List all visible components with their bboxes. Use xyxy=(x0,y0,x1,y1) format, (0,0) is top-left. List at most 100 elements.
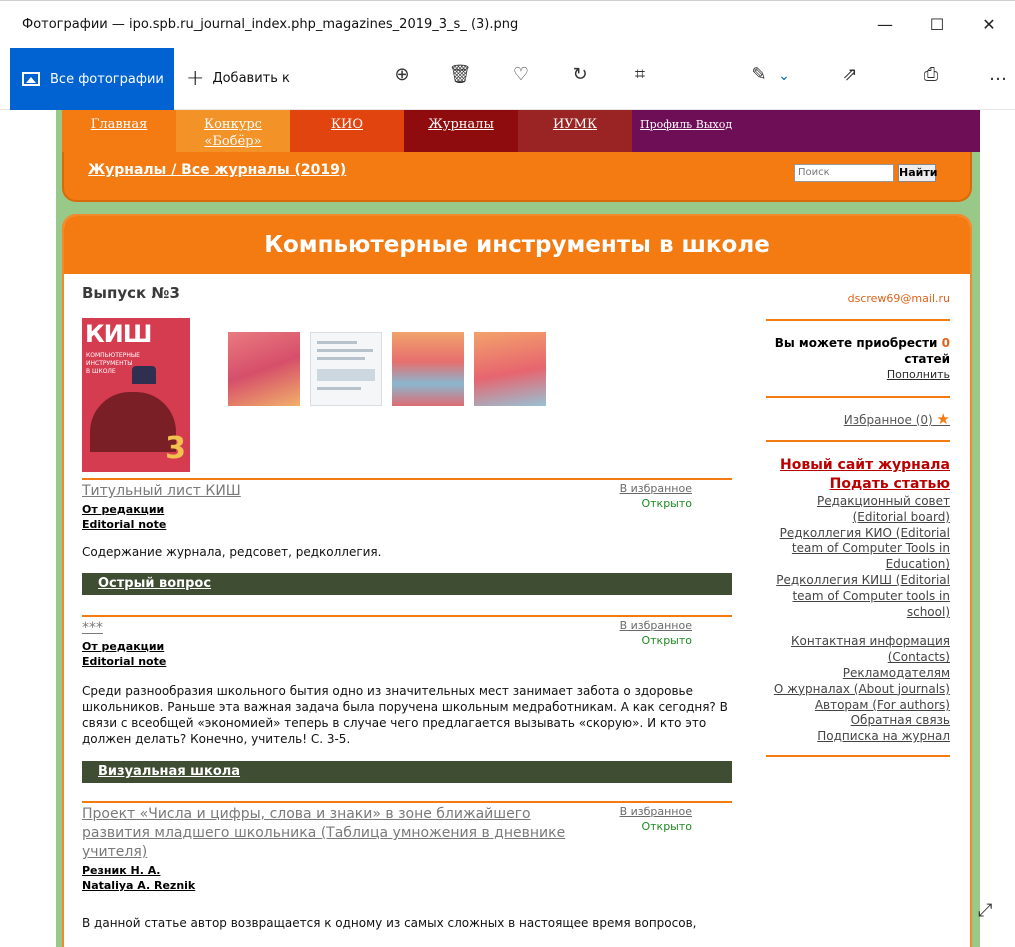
nav-item-kio[interactable]: КИО xyxy=(290,110,404,152)
add-favorite-link[interactable]: В избранное xyxy=(620,482,692,495)
author-en[interactable]: Editorial note xyxy=(82,654,166,669)
user-email: dscrew69@mail.ru xyxy=(847,292,950,305)
nav-item-journals[interactable]: Журналы xyxy=(404,110,518,152)
topup-link[interactable]: Пополнить xyxy=(766,367,950,382)
section-header-ostry[interactable]: Острый вопрос xyxy=(82,573,732,595)
thumb-line xyxy=(317,341,357,344)
site-nav: Главная Конкурс «Бобёр» КИО Журналы ИУМК… xyxy=(62,110,980,152)
minimize-button[interactable]: — xyxy=(859,1,911,49)
cover-image[interactable]: КИШ КОМПЬЮТЕРНЫЕ ИНСТРУМЕНТЫ В ШКОЛЕ 3 xyxy=(82,318,190,472)
delete-icon[interactable]: 🗑 xyxy=(446,64,474,85)
access-status: Открыто xyxy=(641,820,692,833)
search-input[interactable]: Поиск xyxy=(794,164,894,182)
link-feedback[interactable]: Обратная связь xyxy=(766,713,950,729)
link-contacts[interactable]: Контактная информация (Contacts) xyxy=(766,634,950,666)
access-status: Открыто xyxy=(641,634,692,647)
search-button[interactable]: Найти xyxy=(898,164,937,182)
maximize-button[interactable]: ☐ xyxy=(911,1,963,49)
nav-item-main[interactable]: Главная xyxy=(62,110,176,152)
share-icon[interactable]: ⇗ xyxy=(836,64,864,85)
main-column: Выпуск №3 КИШ КОМПЬЮТЕРНЫЕ ИНСТРУМЕНТЫ В… xyxy=(82,278,734,930)
thumb-line xyxy=(317,369,375,381)
divider xyxy=(766,440,950,442)
access-status: Открыто xyxy=(641,497,692,510)
submit-article-link[interactable]: Подать статью xyxy=(766,475,950,494)
purchase-text: Вы можете приобрести xyxy=(774,336,938,350)
author-ru[interactable]: Резник Н. А. xyxy=(82,863,160,878)
purchase-info: Вы можете приобрести 0 статей xyxy=(766,335,950,367)
link-subscribe[interactable]: Подписка на журнал xyxy=(766,729,950,745)
author-ru[interactable]: От редакции xyxy=(82,502,164,517)
sidebar: dscrew69@mail.ru Вы можете приобрести 0 … xyxy=(766,278,950,757)
profile-link[interactable]: Профиль xyxy=(640,118,692,131)
link-kish-team[interactable]: Редколлегия КИШ (Editorial team of Compu… xyxy=(766,573,950,620)
favorites-link[interactable]: Избранное (0) xyxy=(844,413,933,427)
plus-icon: + xyxy=(186,66,205,91)
app-toolbar: Все фотографии + Добавить к ⊕ 🗑 ♡ ↻ ⌗ ✎ … xyxy=(0,48,1015,110)
nav-item-iumk[interactable]: ИУМК xyxy=(518,110,632,152)
more-icon[interactable]: … xyxy=(984,64,1012,85)
favorite-icon[interactable]: ♡ xyxy=(507,64,535,85)
issue-heading: Выпуск №3 xyxy=(82,284,180,302)
article-entry: Проект «Числа и цифры, слова и знаки» в … xyxy=(82,801,732,947)
article-summary: Содержание журнала, редсовет, редколлеги… xyxy=(82,545,382,559)
divider xyxy=(766,396,950,398)
all-photos-label: Все фотографии xyxy=(50,71,164,87)
print-icon[interactable]: ⎙ xyxy=(917,64,945,85)
divider xyxy=(766,319,950,321)
thumbnail-image[interactable] xyxy=(228,332,300,406)
thumbnail-image[interactable] xyxy=(392,332,464,406)
thumb-line xyxy=(317,349,373,352)
close-button[interactable]: ✕ xyxy=(963,1,1015,49)
thumbnail-image[interactable] xyxy=(310,332,382,406)
author-en[interactable]: Nataliya A. Reznik xyxy=(82,878,195,893)
article-summary: Среди разнообразия школьного бытия одно … xyxy=(82,684,728,746)
new-site-link[interactable]: Новый сайт журнала xyxy=(766,456,950,475)
nav-item-bober[interactable]: Конкурс «Бобёр» xyxy=(176,110,290,152)
cover-stage xyxy=(90,392,176,452)
breadcrumb-bar: Журналы / Все журналы (2019) Поиск Найти xyxy=(62,152,972,202)
chevron-down-icon[interactable]: ⌄ xyxy=(770,68,798,84)
article-entry: Титульный лист КИШ В избранное Открыто О… xyxy=(82,478,732,572)
author-en[interactable]: Editorial note xyxy=(82,517,166,532)
divider xyxy=(766,754,950,757)
link-advertisers[interactable]: Рекламодателям xyxy=(766,666,950,682)
cover-lamp xyxy=(132,366,156,384)
link-editorial-board[interactable]: Редакционный совет (Editorial board) xyxy=(766,494,950,526)
favorites-row: Избранное (0) ★ xyxy=(766,410,950,428)
link-about-journals[interactable]: О журналах (About journals) xyxy=(766,682,950,698)
add-favorite-link[interactable]: В избранное xyxy=(620,619,692,632)
author-ru[interactable]: От редакции xyxy=(82,639,164,654)
article-title[interactable]: Проект «Числа и цифры, слова и знаки» в … xyxy=(82,805,602,862)
thumbnail-image[interactable] xyxy=(474,332,546,406)
article-title[interactable]: Титульный лист КИШ xyxy=(82,482,602,501)
add-to-label: Добавить к xyxy=(212,71,290,86)
photo-icon xyxy=(22,72,40,86)
article-title[interactable]: *** xyxy=(82,619,602,638)
cover-logo: КИШ xyxy=(85,320,152,348)
all-photos-button[interactable]: Все фотографии xyxy=(10,48,174,110)
sidebar-links-info: Контактная информация (Contacts) Рекламо… xyxy=(766,634,950,745)
thumb-line xyxy=(317,387,361,390)
purchase-count: 0 xyxy=(941,336,950,350)
cover-subtitle: КОМПЬЮТЕРНЫЕ ИНСТРУМЕНТЫ В ШКОЛЕ xyxy=(86,352,140,375)
nav-profile: Профиль Выход xyxy=(632,110,980,152)
window-titlebar: Фотографии — ipo.spb.ru_journal_index.ph… xyxy=(0,0,1015,48)
rotate-icon[interactable]: ↻ xyxy=(566,64,594,85)
journal-content: Компьютерные инструменты в школе Выпуск … xyxy=(62,214,972,947)
section-header-visual[interactable]: Визуальная школа xyxy=(82,761,732,783)
cover-number: 3 xyxy=(165,431,186,466)
edit-icon[interactable]: ✎ xyxy=(745,64,773,85)
zoom-in-icon[interactable]: ⊕ xyxy=(388,64,416,85)
sidebar-links-editorial: Редакционный совет (Editorial board) Ред… xyxy=(766,494,950,620)
add-to-button[interactable]: + Добавить к xyxy=(186,66,290,91)
crop-icon[interactable]: ⌗ xyxy=(626,64,654,85)
thumb-line xyxy=(317,357,365,360)
breadcrumb[interactable]: Журналы / Все журналы (2019) xyxy=(88,162,346,178)
link-kio-team[interactable]: Редколлегия КИО (Editorial team of Compu… xyxy=(766,526,950,573)
page-title: Компьютерные инструменты в школе xyxy=(64,216,970,274)
expand-icon[interactable]: ⤢ xyxy=(978,900,992,921)
add-favorite-link[interactable]: В избранное xyxy=(620,805,692,818)
logout-link[interactable]: Выход xyxy=(696,118,732,131)
link-for-authors[interactable]: Авторам (For authors) xyxy=(766,698,950,714)
